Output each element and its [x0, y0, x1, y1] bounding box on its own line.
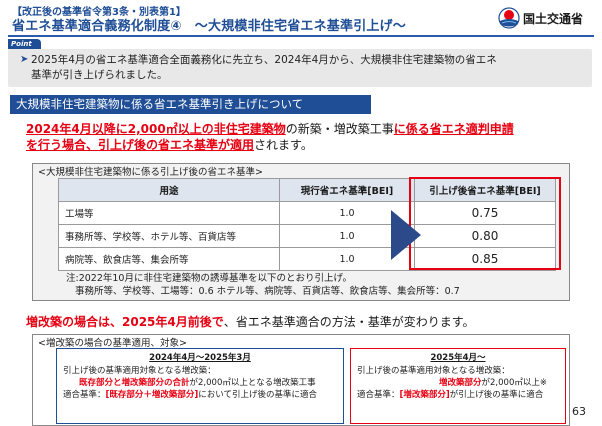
lead-paragraph: 2024年4月以降に2,000㎡以上の非住宅建築物の新築・増改築工事に係る省エネ… — [26, 121, 596, 153]
footnote: 注:2022年10月に非住宅建築物の誘導基準を以下のとおり引上げ。 事務所等、学… — [66, 272, 460, 298]
period-line-3: 適合基準：[増改築部分]が引上げ後の基準に適合 — [357, 390, 543, 402]
page-title: 省エネ基準適合義務化制度④ ～大規模非住宅省エネ基準引上げ～ — [12, 19, 407, 34]
period-line-1: 引上げ後の基準適用対象となる増改築： — [357, 366, 510, 376]
section-title: 大規模非住宅建築物に係る省エネ基準引き上げについて — [10, 95, 371, 114]
footnote-line-2: 事務所等、学校等、工場等：0.6 ホテル等、病院等、百貨店等、飲食店等、集会所等… — [75, 286, 460, 297]
row-use: 工場等 — [58, 201, 280, 225]
period-line-2: 既存部分と増改築部分の合計が2,000㎡以上となる増改築工事 — [79, 378, 316, 390]
new-standard-highlight-frame — [409, 177, 561, 270]
header-use: 用途 — [58, 178, 280, 202]
row-use: 事務所等、学校等、ホテル等、百貨店等 — [58, 224, 280, 248]
renovation-lead-text: 、省エネ基準適合の方法・基準が変わります。 — [223, 315, 475, 329]
period-heading: 2024年4月～2025年3月 — [149, 353, 251, 363]
period-line-3: 適合基準：[既存部分＋増改築部分]において引上げ後の基準に適合 — [63, 390, 317, 402]
period-text: において引上げ後の基準に適合 — [198, 390, 318, 400]
renovation-lead-highlight: 増改築の場合は、2025年4月前後で — [26, 315, 224, 329]
period-text: 適合基準： — [63, 390, 106, 400]
org-logo: 国土交通省 — [498, 7, 583, 29]
bullet-arrow-icon: ➤ — [20, 54, 29, 65]
lead-highlight-3: を行う場合、引上げ後の省エネ基準が適用 — [26, 138, 255, 152]
renovation-lead: 増改築の場合は、2025年4月前後で、省エネ基準適合の方法・基準が変わります。 — [26, 313, 475, 330]
page-number: 63 — [572, 405, 586, 418]
lead-highlight-1: 2024年4月以降に2,000㎡以上の非住宅建築物 — [26, 122, 286, 136]
org-name: 国土交通省 — [523, 11, 584, 26]
point-text: 2025年4月の省エネ基準適合全面義務化に先立ち、2024年4月から、大規模非住… — [31, 53, 576, 82]
chevron-right-icon — [391, 210, 421, 260]
header-divider — [8, 35, 594, 37]
period-line-2: 増改築部分が2,000㎡以上※ — [439, 378, 547, 390]
period-text: が2,000㎡以上となる増改築工事 — [189, 378, 316, 388]
period-line-1: 引上げ後の基準適用対象となる増改築： — [63, 366, 216, 376]
lead-text-2: されます。 — [254, 138, 313, 152]
lead-text-1: の新築・増改築工事 — [285, 122, 394, 136]
period-box-2025: 2025年4月～ 引上げ後の基準適用対象となる増改築： 増改築部分が2,000㎡… — [350, 348, 566, 424]
renovation-panel-caption: <増改築の場合の基準適用、対象> — [38, 338, 187, 349]
period-highlight: 増改築部分 — [439, 378, 482, 388]
period-heading: 2025年4月～ — [430, 353, 486, 363]
period-box-2024: 2024年4月～2025年3月 引上げ後の基準適用対象となる増改築： 既存部分と… — [56, 348, 344, 424]
footnote-line-1: 注:2022年10月に非住宅建築物の誘導基準を以下のとおり引上げ。 — [66, 273, 352, 284]
standards-panel-caption: <大規模非住宅建築物に係る引上げ後の省エネ基準> — [38, 167, 263, 178]
period-text: が引上げ後の基準に適合 — [449, 390, 544, 400]
period-highlight: [増改築部分] — [399, 390, 450, 400]
period-text: 適合基準： — [357, 390, 400, 400]
point-line-2: 基準が引き上げられました。 — [31, 68, 168, 81]
point-tab: Point — [8, 39, 41, 49]
row-use: 病院等、飲食店等、集会所等 — [58, 247, 280, 271]
mlit-logo-icon — [498, 7, 520, 29]
period-highlight: 既存部分と増改築部分の合計 — [79, 378, 190, 388]
lead-highlight-2: に係る省エネ適判申請 — [393, 122, 514, 136]
period-text: が2,000㎡以上※ — [481, 378, 547, 388]
header-current-bei: 現行省エネ基準[BEI] — [279, 178, 415, 202]
period-highlight: [既存部分＋増改築部分] — [105, 390, 199, 400]
point-line-1: 2025年4月の省エネ基準適合全面義務化に先立ち、2024年4月から、大規模非住… — [31, 54, 497, 66]
